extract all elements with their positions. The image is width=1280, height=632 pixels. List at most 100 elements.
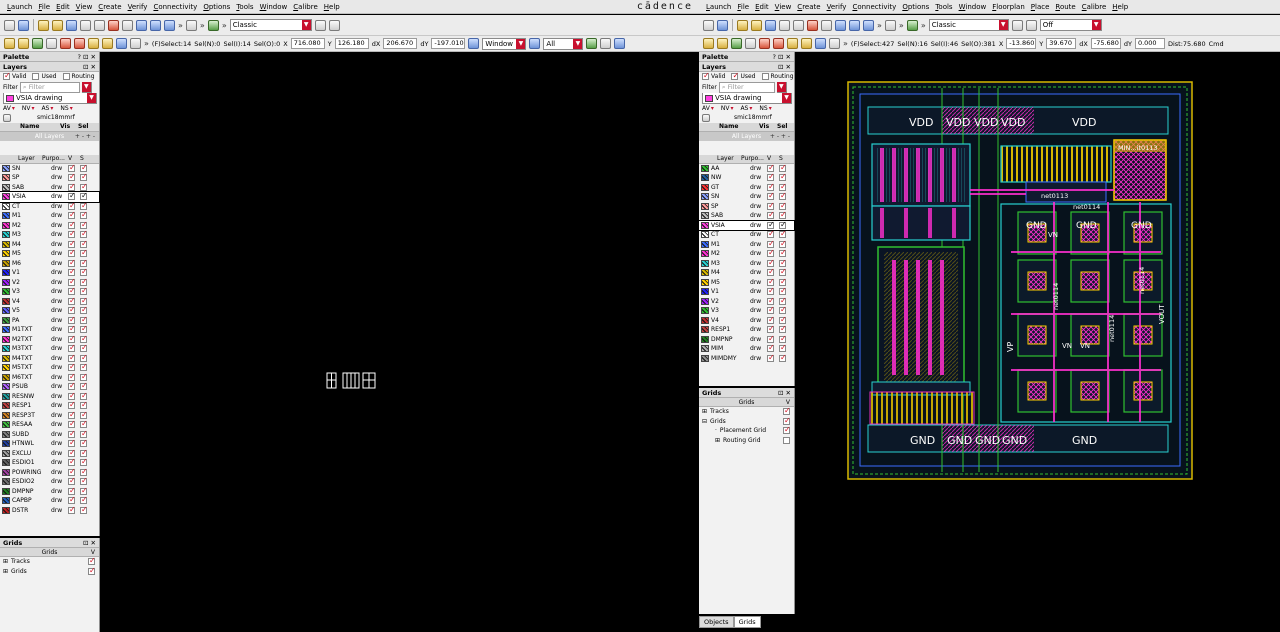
workspace-combo[interactable]: Classic ▼ xyxy=(229,19,312,31)
new-icon[interactable] xyxy=(703,19,714,31)
layer-visible-checkbox[interactable] xyxy=(767,354,775,362)
layer-row-v2[interactable]: V2 drw xyxy=(0,278,99,288)
layer-selectable-checkbox[interactable] xyxy=(779,221,787,229)
layer-visible-checkbox[interactable] xyxy=(68,192,76,200)
capacitor-array[interactable] xyxy=(1000,145,1112,183)
ruler-icon[interactable] xyxy=(46,38,57,49)
layer-visible-checkbox[interactable] xyxy=(68,221,76,229)
layer-selectable-checkbox[interactable] xyxy=(779,335,787,343)
visibility-as-button[interactable]: AS ▾ xyxy=(41,105,53,112)
layer-visible-checkbox[interactable] xyxy=(68,458,76,466)
layer-selectable-checkbox[interactable] xyxy=(80,192,88,200)
layer-visible-checkbox[interactable] xyxy=(767,192,775,200)
grid-visible-checkbox[interactable] xyxy=(783,407,791,415)
toolbar-overflow-icon[interactable]: » xyxy=(921,21,926,30)
tab-grids[interactable]: Grids xyxy=(733,616,761,628)
layer-visible-checkbox[interactable] xyxy=(68,335,76,343)
label-icon[interactable] xyxy=(787,38,798,49)
move-icon[interactable] xyxy=(765,19,776,31)
menu-window[interactable]: Window xyxy=(956,3,990,11)
panel-close-icon[interactable]: ⊡ ✕ xyxy=(83,538,96,548)
grid-item-placement-grid[interactable]: · Placement Grid xyxy=(699,426,794,436)
filter-valid-checkbox[interactable] xyxy=(3,72,11,81)
layer-selectable-checkbox[interactable] xyxy=(779,306,787,314)
layer-visible-checkbox[interactable] xyxy=(68,316,76,324)
layer-row-esdio1[interactable]: ESDIO1 drw xyxy=(0,458,99,468)
workspace-load-icon[interactable] xyxy=(1025,19,1037,31)
layer-selectable-checkbox[interactable] xyxy=(80,230,88,238)
layer-selectable-checkbox[interactable] xyxy=(779,325,787,333)
layer-visible-checkbox[interactable] xyxy=(68,506,76,514)
layer-row-resp3t[interactable]: RESP3T drw xyxy=(0,411,99,421)
layer-visible-checkbox[interactable] xyxy=(68,240,76,248)
layer-visible-checkbox[interactable] xyxy=(68,173,76,181)
layer-visible-checkbox[interactable] xyxy=(767,306,775,314)
filter-icon[interactable] xyxy=(586,38,598,49)
layer-visible-checkbox[interactable] xyxy=(68,392,76,400)
layer-selectable-checkbox[interactable] xyxy=(80,183,88,191)
visibility-nv-button[interactable]: NV ▾ xyxy=(721,105,734,112)
layer-visible-checkbox[interactable] xyxy=(68,468,76,476)
filter-valid-checkbox[interactable] xyxy=(702,72,710,81)
layer-visible-checkbox[interactable] xyxy=(68,325,76,333)
lpp-combo[interactable]: VSIA drawing ▼ xyxy=(702,92,792,104)
layer-visible-checkbox[interactable] xyxy=(767,278,775,286)
menu-tools[interactable]: Tools xyxy=(233,3,256,11)
toolbar-overflow-icon[interactable]: » xyxy=(843,39,848,48)
layer-selectable-checkbox[interactable] xyxy=(80,268,88,276)
layer-row-aa[interactable]: AA drw xyxy=(699,164,794,174)
layer-selectable-checkbox[interactable] xyxy=(80,278,88,286)
redo-icon[interactable] xyxy=(751,19,762,31)
grid-item-tracks[interactable]: ⊞ Tracks xyxy=(0,557,99,567)
layer-selectable-checkbox[interactable] xyxy=(80,439,88,447)
back-arrow-icon[interactable] xyxy=(614,38,626,49)
layer-visible-checkbox[interactable] xyxy=(767,211,775,219)
layer-visible-checkbox[interactable] xyxy=(68,306,76,314)
layer-selectable-checkbox[interactable] xyxy=(779,164,787,172)
layer-row-sp[interactable]: SP drw xyxy=(0,173,99,183)
toolbar-overflow-icon[interactable]: » xyxy=(178,21,183,30)
select-mode-icon[interactable] xyxy=(703,38,714,49)
layer-selectable-checkbox[interactable] xyxy=(80,325,88,333)
layer-row-capbp[interactable]: CAPBP drw xyxy=(0,496,99,506)
layer-selectable-checkbox[interactable] xyxy=(80,221,88,229)
move-icon[interactable] xyxy=(66,19,77,31)
layer-visible-checkbox[interactable] xyxy=(767,297,775,305)
layer-visible-checkbox[interactable] xyxy=(767,259,775,267)
layer-selectable-checkbox[interactable] xyxy=(80,335,88,343)
menu-options[interactable]: Options xyxy=(899,3,932,11)
layer-visible-checkbox[interactable] xyxy=(68,202,76,210)
panel-close-icon[interactable]: ⊡ ✕ xyxy=(778,388,791,398)
resistor-array[interactable] xyxy=(869,391,975,425)
layer-row-resp1[interactable]: RESP1 drw xyxy=(0,401,99,411)
workspace-icon[interactable] xyxy=(906,19,918,31)
layer-selectable-checkbox[interactable] xyxy=(80,449,88,457)
layer-visible-checkbox[interactable] xyxy=(767,240,775,248)
undo-icon[interactable] xyxy=(737,19,748,31)
filter-input[interactable]: ⌕ Filter xyxy=(718,81,775,93)
layer-selectable-checkbox[interactable] xyxy=(80,259,88,267)
layer-visible-checkbox[interactable] xyxy=(767,268,775,276)
layer-row-m3[interactable]: M3 drw xyxy=(0,230,99,240)
tab-objects[interactable]: Objects xyxy=(699,616,734,628)
layer-row-m5txt[interactable]: M5TXT drw xyxy=(0,363,99,373)
visibility-nv-button[interactable]: NV ▾ xyxy=(22,105,35,112)
layer-selectable-checkbox[interactable] xyxy=(80,430,88,438)
menu-verify[interactable]: Verify xyxy=(824,3,850,11)
filter-input[interactable]: ⌕ Filter xyxy=(19,81,80,93)
layer-visible-checkbox[interactable] xyxy=(68,477,76,485)
layer-row-v4[interactable]: V4 drw xyxy=(0,297,99,307)
layer-visible-checkbox[interactable] xyxy=(68,230,76,238)
layer-selectable-checkbox[interactable] xyxy=(80,382,88,390)
layer-row-pa[interactable]: PA drw xyxy=(0,316,99,326)
layer-selectable-checkbox[interactable] xyxy=(80,297,88,305)
via-icon[interactable] xyxy=(815,38,826,49)
workspace-icon[interactable] xyxy=(207,19,219,31)
layer-visible-checkbox[interactable] xyxy=(68,354,76,362)
menu-launch[interactable]: Launch xyxy=(4,3,35,11)
layer-row-m6[interactable]: M6 drw xyxy=(0,259,99,269)
layer-selectable-checkbox[interactable] xyxy=(80,249,88,257)
layer-row-vsia[interactable]: VSIA drw xyxy=(0,191,100,203)
workspace-load-icon[interactable] xyxy=(328,19,340,31)
layer-visible-checkbox[interactable] xyxy=(68,411,76,419)
